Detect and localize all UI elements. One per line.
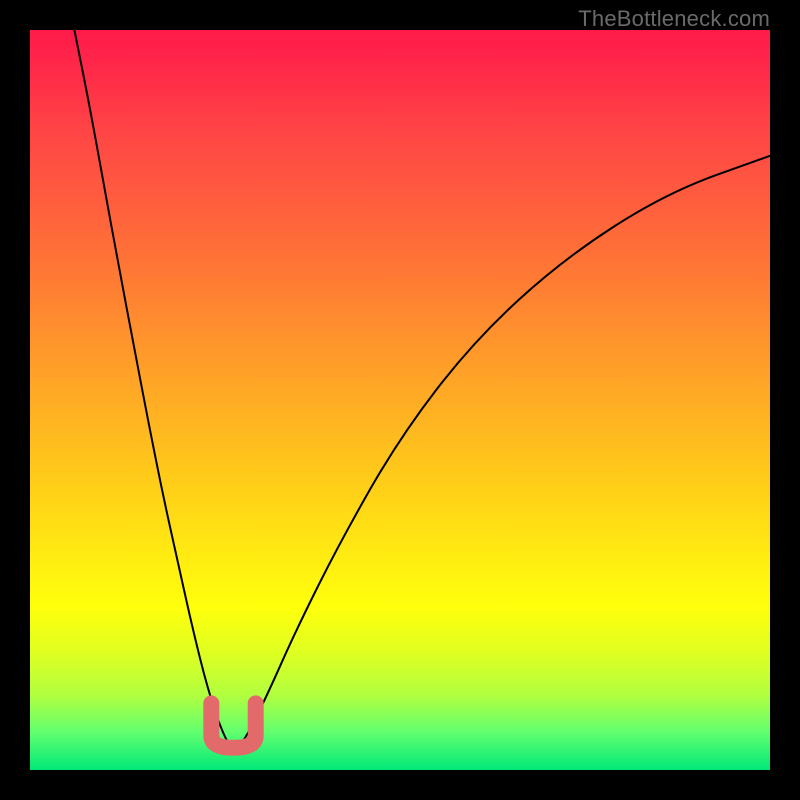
- bottleneck-curve-path: [74, 30, 770, 748]
- attribution-text: TheBottleneck.com: [578, 6, 770, 32]
- optimal-range-marker: [211, 703, 255, 747]
- chart-frame: TheBottleneck.com: [0, 0, 800, 800]
- chart-svg: [30, 30, 770, 770]
- plot-area: [30, 30, 770, 770]
